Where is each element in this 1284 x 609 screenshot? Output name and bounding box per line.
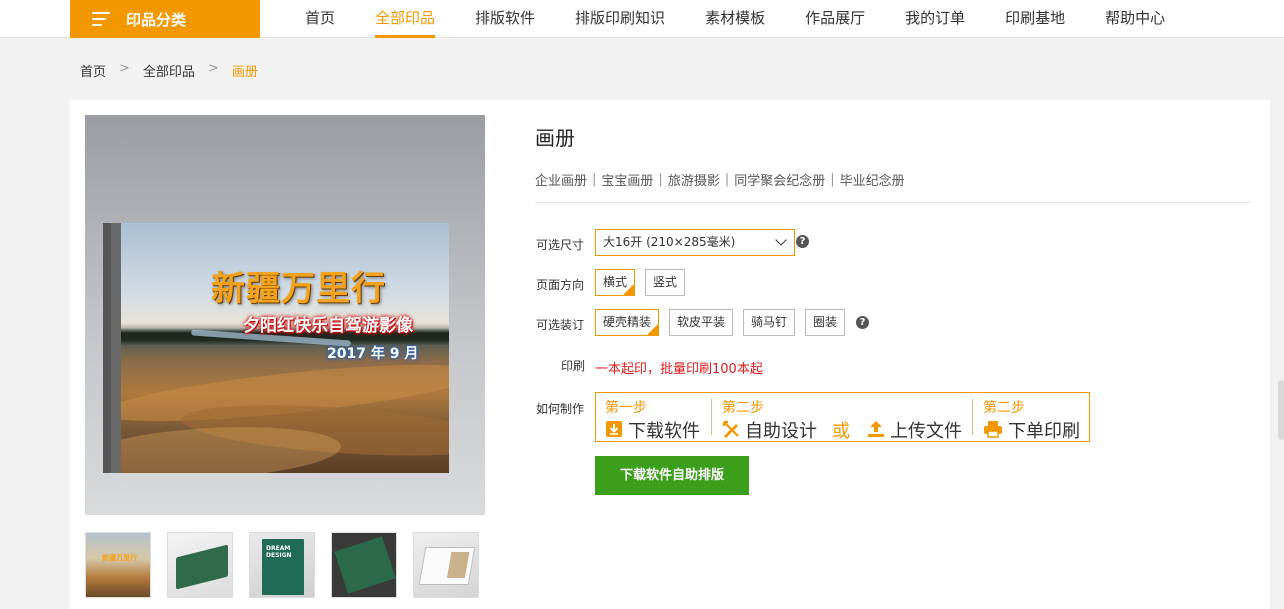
step-1-title: 第一步 [605, 400, 647, 416]
album-cover-photo: 新疆万里行 夕阳红快乐自驾游影像 2017 年 9 月 [121, 223, 449, 473]
category-menu-button[interactable]: 印品分类 [70, 0, 303, 38]
thumbnail-1-text: 新疆万里行 [102, 554, 137, 562]
cover-title: 新疆万里行 [211, 269, 386, 309]
step-2-upload-label[interactable]: 上传文件 [890, 417, 962, 443]
production-steps: 第一步 下载软件 第二步 自助设计 或 上传文件 第二步 下单印刷 [595, 392, 1090, 442]
nav-item-all-products[interactable]: 全部印品 [355, 0, 455, 38]
thumbnail-1[interactable]: 新疆万里行 [85, 532, 151, 598]
subcategory-reunion[interactable]: 同学聚会纪念册 [734, 170, 825, 189]
subcategory-travel[interactable]: 旅游摄影 [668, 170, 720, 189]
printer-icon [984, 421, 1002, 438]
nav-item-templates[interactable]: 素材模板 [685, 0, 785, 38]
main-nav: 首页 全部印品 排版软件 排版印刷知识 素材模板 作品展厅 我的订单 印刷基地 … [285, 0, 1185, 38]
subcategory-corporate[interactable]: 企业画册 [535, 170, 587, 189]
download-icon [606, 421, 622, 437]
breadcrumb-home[interactable]: 首页 [80, 61, 106, 80]
step-1-label[interactable]: 下载软件 [628, 417, 700, 443]
step-divider [711, 399, 712, 435]
thumbnail-2[interactable] [167, 532, 233, 598]
subcategory-graduation[interactable]: 毕业纪念册 [840, 170, 905, 189]
print-info-text: 一本起印，批量印刷100本起 [595, 362, 763, 377]
nav-item-printing-knowledge[interactable]: 排版印刷知识 [555, 0, 685, 38]
menu-list-icon [92, 11, 110, 27]
product-main-image: 新疆万里行 夕阳红快乐自驾游影像 2017 年 9 月 [85, 115, 485, 515]
print-label: 印刷 [561, 359, 586, 373]
scrollbar-edge[interactable] [1278, 380, 1284, 440]
orientation-label: 页面方向 [536, 278, 585, 292]
divider [535, 202, 1250, 203]
breadcrumb-separator: > [119, 61, 130, 76]
binding-help-icon[interactable]: ? [856, 316, 869, 329]
step-3-label[interactable]: 下单印刷 [1008, 417, 1080, 443]
download-software-button[interactable]: 下载软件自助排版 [595, 456, 749, 495]
nav-item-home[interactable]: 首页 [285, 0, 355, 38]
binding-softcover-option[interactable]: 软皮平装 [669, 309, 734, 336]
breadcrumb: 首页 > 全部印品 > 画册 [80, 61, 258, 80]
orientation-landscape-option[interactable]: 横式 [595, 269, 636, 296]
thumbnail-3[interactable]: DREAM DESIGN [249, 532, 315, 598]
breadcrumb-current: 画册 [231, 65, 258, 80]
product-title: 画册 [535, 126, 575, 150]
cover-date: 2017 年 9 月 [327, 346, 419, 362]
size-select-value: 大16开 (210×285毫米) [603, 235, 736, 249]
size-help-icon[interactable]: ? [796, 235, 809, 248]
step-2-title: 第二步 [722, 400, 764, 416]
thumbnail-3-text: DREAM DESIGN [266, 545, 292, 559]
nav-item-gallery[interactable]: 作品展厅 [785, 0, 885, 38]
step-2-design-label[interactable]: 自助设计 [745, 417, 817, 443]
step-2-or: 或 [832, 421, 850, 442]
product-panel: 新疆万里行 夕阳红快乐自驾游影像 2017 年 9 月 新疆万里行 DREAM … [70, 100, 1270, 609]
size-select[interactable]: 大16开 (210×285毫米) [595, 229, 795, 256]
breadcrumb-separator: > [207, 61, 219, 76]
breadcrumb-all-products[interactable]: 全部印品 [143, 61, 195, 80]
cover-subtitle: 夕阳红快乐自驾游影像 [243, 316, 413, 336]
nav-item-help-center[interactable]: 帮助中心 [1085, 0, 1185, 38]
subcategory-links: 企业画册 | 宝宝画册 | 旅游摄影 | 同学聚会纪念册 | 毕业纪念册 [535, 170, 905, 189]
howto-label: 如何制作 [536, 402, 585, 416]
orientation-portrait-option[interactable]: 竖式 [645, 269, 686, 296]
binding-label: 可选装订 [536, 318, 585, 332]
subcategory-baby[interactable]: 宝宝画册 [601, 170, 653, 189]
design-tools-icon [722, 420, 739, 438]
binding-saddle-stitch-option[interactable]: 骑马钉 [743, 309, 796, 336]
chevron-down-icon [775, 234, 787, 246]
thumbnail-strip: 新疆万里行 DREAM DESIGN [85, 532, 479, 598]
category-menu-label: 印品分类 [126, 11, 187, 29]
binding-spiral-option[interactable]: 圈装 [805, 309, 846, 336]
upload-icon [868, 421, 884, 437]
album-cover: 新疆万里行 夕阳红快乐自驾游影像 2017 年 9 月 [121, 223, 449, 473]
thumbnail-4[interactable] [331, 532, 397, 598]
step-3-title: 第二步 [983, 400, 1025, 416]
nav-item-layout-software[interactable]: 排版软件 [455, 0, 555, 38]
size-label: 可选尺寸 [536, 238, 585, 252]
binding-hardcover-option[interactable]: 硬壳精装 [595, 309, 660, 336]
step-divider [972, 399, 973, 435]
nav-item-my-orders[interactable]: 我的订单 [885, 0, 985, 38]
thumbnail-5[interactable] [413, 532, 479, 598]
top-navigation: 印品分类 首页 全部印品 排版软件 排版印刷知识 素材模板 作品展厅 我的订单 … [0, 0, 1284, 38]
nav-item-print-base[interactable]: 印刷基地 [985, 0, 1085, 38]
